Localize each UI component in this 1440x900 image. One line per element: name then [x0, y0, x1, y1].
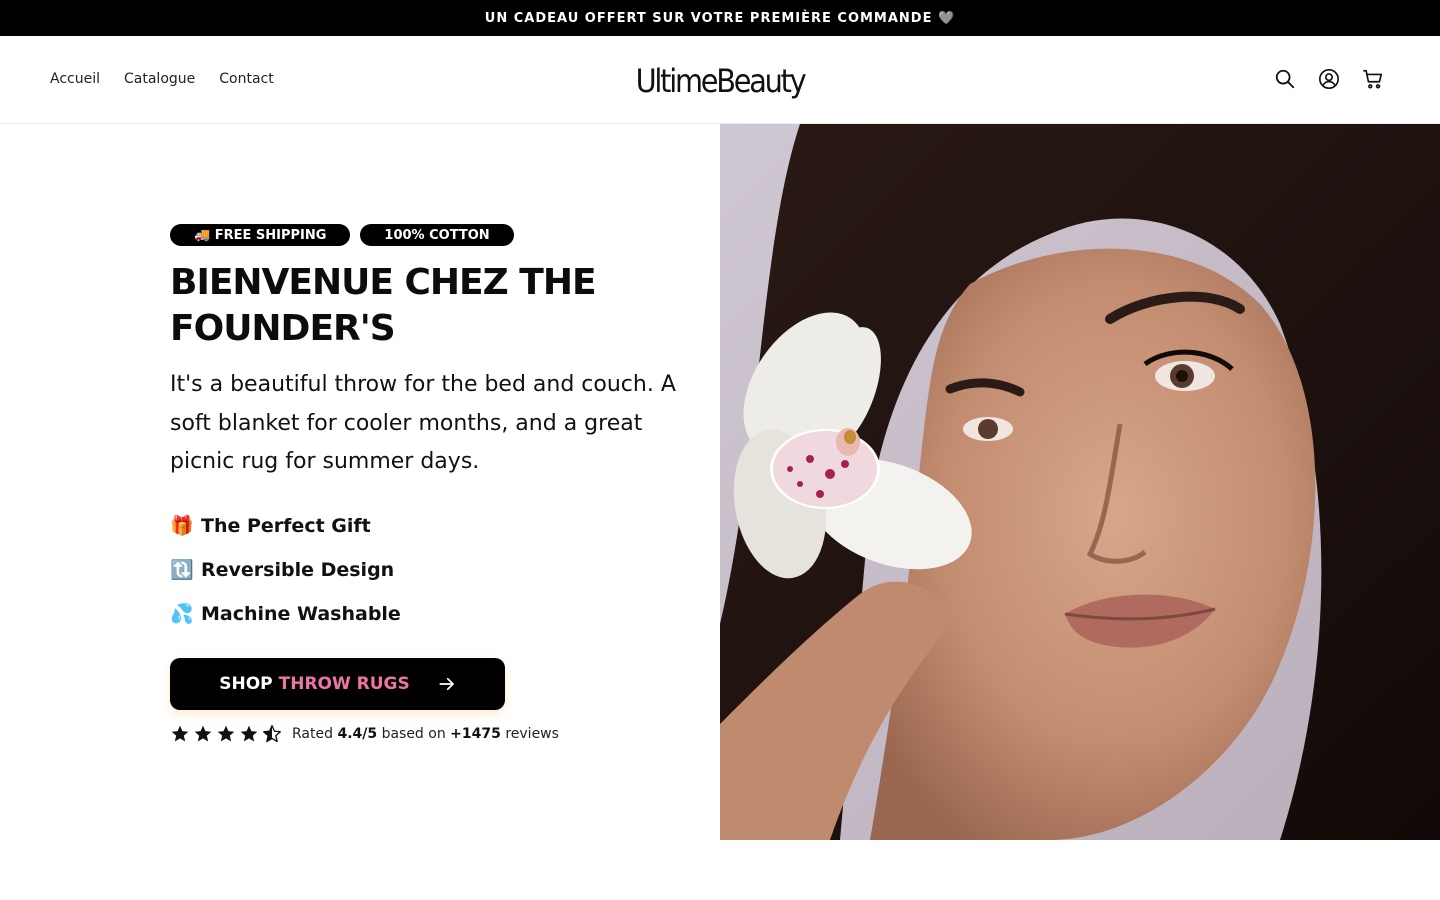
nav-item-accueil[interactable]: Accueil [50, 71, 100, 87]
rating-middle: based on [381, 725, 446, 742]
cart-icon[interactable] [1362, 68, 1384, 90]
gift-icon: 🎁 [170, 515, 194, 537]
star-rating [170, 724, 282, 744]
cotton-badge: 100% COTTON [360, 224, 514, 246]
review-count: +1475 [450, 725, 501, 742]
water-drops-icon: 💦 [170, 603, 194, 625]
nav-item-catalogue[interactable]: Catalogue [124, 71, 195, 87]
reverse-arrows-icon: 🔃 [170, 559, 194, 581]
shop-throw-rugs-button[interactable]: SHOP THROW RUGS [170, 657, 505, 710]
half-star-icon [262, 724, 282, 744]
star-icon [170, 724, 190, 744]
rating-summary: Rated 4.4/5 based on +1475 reviews [170, 724, 700, 744]
feature-label: Machine Washable [201, 602, 401, 625]
hero-title: BIENVENUE CHEZ THE FOUNDER'S [170, 262, 597, 349]
brand-logo[interactable]: UltimeBeauty [630, 60, 810, 102]
rating-score: 4.4/5 [337, 725, 378, 742]
cta-accent: THROW RUGS [278, 673, 410, 694]
site-header: Accueil Catalogue Contact UltimeBeauty [0, 36, 1440, 124]
nav-item-contact[interactable]: Contact [219, 71, 273, 87]
main-nav: Accueil Catalogue Contact [50, 36, 274, 122]
feature-list: 🎁 The Perfect Gift 🔃 Reversible Design 💦… [170, 504, 700, 636]
free-shipping-badge: 🚚 FREE SHIPPING [170, 224, 351, 246]
star-icon [193, 724, 213, 744]
announcement-text: UN CADEAU OFFERT SUR VOTRE PREMIÈRE COMM… [484, 10, 956, 26]
feature-item: 🎁 The Perfect Gift [170, 504, 700, 548]
feature-label: The Perfect Gift [201, 514, 371, 537]
rating-prefix: Rated [292, 725, 333, 742]
header-icons [1274, 36, 1384, 122]
account-icon[interactable] [1318, 68, 1340, 90]
feature-item: 💦 Machine Washable [170, 592, 700, 636]
arrow-right-icon [438, 675, 456, 693]
search-icon[interactable] [1274, 68, 1296, 90]
feature-label: Reversible Design [201, 558, 395, 581]
hero-description: It's a beautiful throw for the bed and c… [170, 372, 676, 474]
feature-item: 🔃 Reversible Design [170, 548, 700, 592]
hero-photo-illustration [720, 124, 1440, 840]
hero-image [720, 124, 1440, 840]
cta-prefix: SHOP [219, 673, 273, 694]
star-icon [239, 724, 259, 744]
rating-suffix: reviews [505, 725, 559, 742]
rating-text: Rated 4.4/5 based on +1475 reviews [292, 726, 559, 742]
star-icon [216, 724, 236, 744]
hero-content: 🚚 FREE SHIPPING 100% COTTON BIENVENUE CH… [170, 224, 700, 744]
announcement-bar: UN CADEAU OFFERT SUR VOTRE PREMIÈRE COMM… [0, 0, 1440, 36]
hero-badges: 🚚 FREE SHIPPING 100% COTTON [170, 224, 700, 246]
